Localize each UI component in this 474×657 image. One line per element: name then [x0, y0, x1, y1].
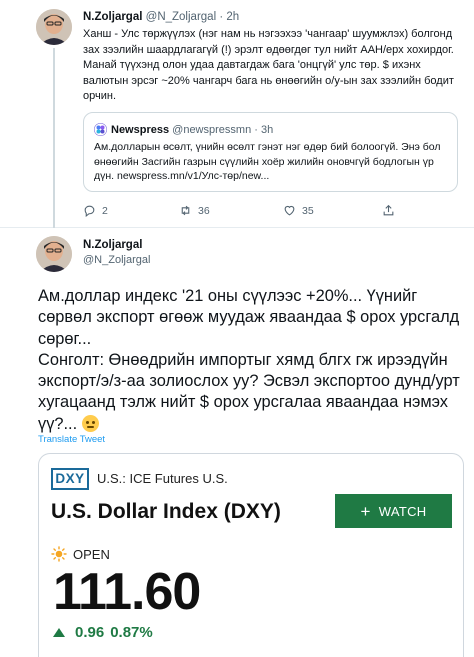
quoted-tweet-time: 3h: [260, 123, 274, 136]
tweet-actions: 2 36 35: [83, 204, 413, 220]
newspress-logo-icon: [94, 123, 107, 136]
quoted-tweet[interactable]: Newspress @newspressmn · 3h Ам.долларын …: [83, 112, 458, 192]
exchange-label: U.S.: ICE Futures U.S.: [97, 471, 228, 486]
watch-button[interactable]: + WATCH: [335, 494, 452, 528]
sun-icon: [51, 546, 67, 562]
avatar[interactable]: [36, 236, 72, 272]
price-change: 0.96 0.87%: [53, 624, 153, 641]
dxy-quote-card: DXY U.S.: ICE Futures U.S. U.S. Dollar I…: [38, 453, 464, 657]
author-handle[interactable]: @N_Zoljargal: [146, 11, 216, 23]
quoted-tweet-text: Ам.долларын өсөлт, үнийн өсөлт гэнэт нэг…: [94, 141, 441, 182]
thread-line: [53, 48, 55, 228]
tweet-time[interactable]: 2h: [226, 11, 239, 23]
avatar-image: [36, 9, 72, 45]
author-handle[interactable]: @N_Zoljargal: [83, 254, 150, 266]
tweet-header: N.Zoljargal @N_Zoljargal · 2h: [83, 11, 239, 23]
tweet-text: Ам.доллар индекс '21 оны сүүлээс +20%...…: [38, 286, 463, 435]
index-title: U.S. Dollar Index (DXY): [51, 500, 281, 523]
reply-button[interactable]: 2: [83, 204, 108, 217]
up-arrow-icon: [53, 628, 65, 637]
like-button[interactable]: 35: [283, 204, 314, 217]
avatar[interactable]: [36, 9, 72, 45]
change-percent: 0.87%: [110, 624, 153, 641]
tweet-paragraph: Ам.доллар индекс '21 оны сүүлээс +20%...…: [38, 287, 460, 348]
quoted-author-name: Newspress: [111, 123, 170, 136]
tweet-paragraph: Сонголт: Өнөөдрийн импортыг хямд блгх гж…: [38, 350, 463, 435]
retweet-button[interactable]: 36: [179, 204, 210, 217]
translate-tweet-link[interactable]: Translate Tweet: [38, 434, 105, 445]
share-icon: [383, 204, 394, 216]
tweet-text: Ханш - Улс төржүүлэх (нэг нам нь нэгээхэ…: [83, 28, 454, 103]
quoted-author-handle: @newspressmn: [172, 123, 252, 136]
open-label: OPEN: [73, 546, 110, 562]
reply-icon: [84, 205, 95, 217]
thinking-face-emoji-icon: [81, 414, 99, 432]
retweet-count: 36: [198, 204, 210, 217]
price-value: 111.60: [53, 563, 201, 621]
share-button[interactable]: [382, 204, 395, 217]
ticker-badge: DXY: [51, 468, 89, 490]
plus-icon: +: [360, 501, 371, 521]
avatar-image: [36, 236, 72, 272]
author-name[interactable]: N.Zoljargal: [83, 11, 142, 23]
retweet-icon: [181, 205, 190, 216]
watch-label: WATCH: [378, 503, 427, 519]
market-status: OPEN: [51, 546, 110, 562]
separator-dot: ·: [254, 123, 258, 136]
like-count: 35: [302, 204, 314, 217]
quoted-header: Newspress @newspressmn · 3h: [94, 123, 273, 136]
heart-icon: [284, 205, 295, 216]
author-name[interactable]: N.Zoljargal: [83, 239, 142, 251]
tweet-parent[interactable]: N.Zoljargal @N_Zoljargal · 2h Ханш - Улс…: [0, 0, 474, 228]
reply-count: 2: [102, 204, 108, 217]
tweet-paragraph-text: Сонголт: Өнөөдрийн импортыг хямд блгх гж…: [38, 350, 460, 433]
change-value: 0.96: [75, 624, 105, 641]
separator-dot: ·: [219, 11, 224, 23]
